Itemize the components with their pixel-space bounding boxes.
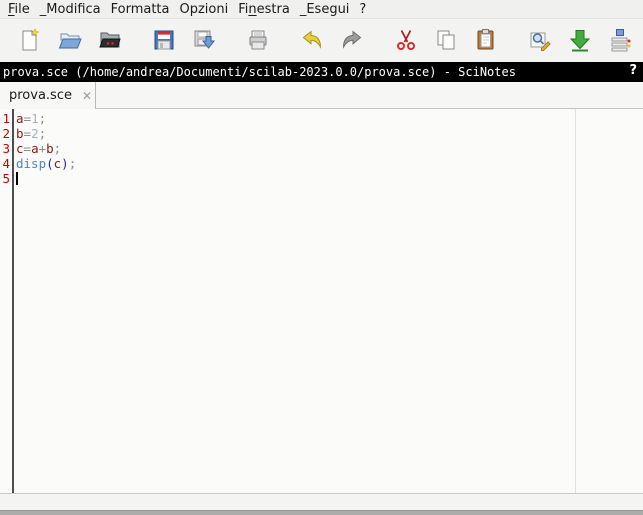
save-floppy-icon [152,28,176,55]
scissors-icon [394,28,418,55]
code-line[interactable]: 2 b=2; [0,126,575,141]
redo-arrow-icon [340,28,364,55]
save-as-button[interactable] [192,29,216,53]
code-line[interactable]: 1 a=1; [0,111,575,126]
tab-prova-sce[interactable]: prova.sce ✕ [0,82,96,109]
code-line[interactable]: 4 disp(c); [0,156,575,171]
menu-bar: File _Modifica Formatta Opzioni Finestra _Ese… [0,0,643,19]
menu-opzioni[interactable]: Opzioni [175,2,234,17]
scinotes-window: File _Modifica Formatta Opzioni Finestra _Ese… [0,0,643,515]
toolbar [0,20,643,62]
code-text: disp(c); [16,156,77,171]
clipboard-icon [474,28,498,55]
menu-formatta[interactable]: Formatta [106,2,175,17]
code-navigator-icon [608,28,632,55]
open-source-file-button[interactable] [98,29,122,53]
line-number: 5 [2,171,10,186]
code-navigator-button[interactable] [608,28,632,55]
code-text [10,171,18,186]
menu-finestra[interactable]: Finestra [233,2,295,17]
new-file-button[interactable] [18,27,42,55]
code-lines: 1 a=1; 2 b=2; 3 c=a+b; 4 disp(c); 5 [0,111,575,186]
tab-close-icon[interactable]: ✕ [82,90,92,102]
tab-strip: prova.sce ✕ [0,82,643,109]
redo-button[interactable] [340,29,364,53]
find-replace-button[interactable] [528,29,552,53]
save-and-execute-button[interactable] [568,29,592,53]
copy-button[interactable] [434,29,458,53]
undo-button[interactable] [300,29,324,53]
cut-button[interactable] [394,29,418,53]
printer-icon [246,28,270,55]
wrap-margin-line [575,109,576,493]
open-source-folder-icon [98,28,122,55]
code-text: a=1; [16,111,47,126]
undo-arrow-icon [300,28,324,55]
save-as-icon [192,28,216,55]
code-editor[interactable]: 1a=1;2b=2;3c=a+b;4disp(c);5 WWW.STEMKB.C… [0,109,643,493]
open-folder-icon [58,28,82,55]
code-text: b=2; [16,126,47,141]
menu-esegui[interactable]: _Esegui [295,2,355,17]
code-line[interactable]: 3 c=a+b; [0,141,575,156]
line-number: 4 [2,156,10,171]
save-button[interactable] [152,29,176,53]
new-file-icon [18,27,42,55]
document-title-bar[interactable]: prova.sce (/home/andrea/Documenti/scilab… [0,62,643,82]
find-replace-icon [528,28,552,55]
status-bar [0,493,643,510]
menu-?[interactable]: ? [354,2,371,17]
open-file-button[interactable] [58,29,82,53]
execute-down-arrow-icon [568,28,592,55]
print-button[interactable] [246,29,270,53]
menu-file[interactable]: File [3,2,35,17]
line-number: 3 [2,141,10,156]
code-line[interactable]: 5 [0,171,575,186]
copy-pages-icon [434,28,458,55]
text-caret [16,172,18,185]
help-button[interactable]: ? [629,63,637,78]
tab-label: prova.sce [9,88,72,103]
line-number: 1 [2,111,10,126]
menu-modifica[interactable]: _Modifica [35,2,106,17]
window-bottom-edge [0,510,643,515]
paste-button[interactable] [474,28,498,55]
code-text: c=a+b; [16,141,62,156]
line-number: 2 [2,126,10,141]
document-title: prova.sce (/home/andrea/Documenti/scilab… [3,65,516,79]
